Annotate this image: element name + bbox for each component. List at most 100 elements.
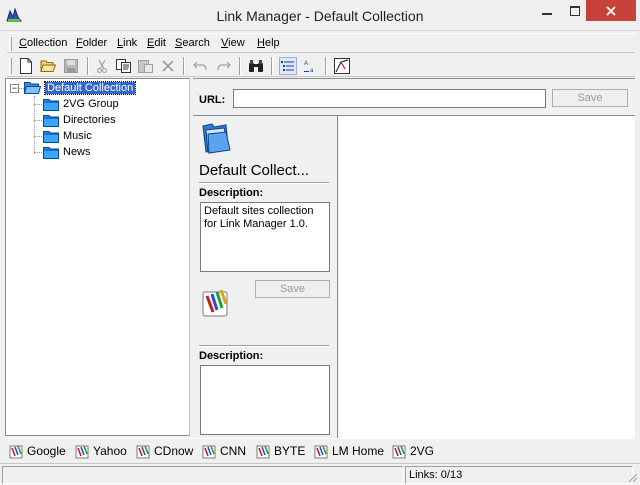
minimize-icon: [542, 12, 552, 15]
quick-link-label: CDnow: [154, 444, 194, 458]
link-icon: [75, 445, 89, 459]
collection-description-box[interactable]: Default sites collection for Link Manage…: [200, 202, 330, 272]
menu-link[interactable]: Link: [117, 37, 137, 49]
quick-link-label: BYTE: [274, 444, 306, 458]
menu-accelerator: F: [76, 37, 83, 49]
tree-item-2vg-group[interactable]: 2VG Group: [43, 96, 119, 112]
quick-link-2vg[interactable]: 2VG: [392, 443, 434, 459]
menu-edit[interactable]: Edit: [147, 37, 166, 49]
quick-links-bar: Google Yahoo CDnow CNN BYTE LM Home 2VG: [5, 438, 635, 463]
quick-link-google[interactable]: Google: [9, 443, 66, 459]
link-list-view[interactable]: [339, 116, 635, 438]
maximize-icon: [570, 5, 580, 16]
tree-item-default-collection[interactable]: Default Collection: [24, 80, 137, 96]
new-button[interactable]: [17, 57, 35, 75]
find-binoculars-icon: [249, 60, 263, 72]
sort-view-button[interactable]: Aa: [301, 57, 319, 75]
tree-item-label: Music: [63, 130, 92, 142]
tree-item-directories[interactable]: Directories: [43, 112, 116, 128]
menu-folder[interactable]: Folder: [76, 37, 107, 49]
folder-icon: [43, 98, 59, 111]
quick-link-label: Google: [27, 444, 66, 458]
folder-icon: [43, 114, 59, 127]
paste-button[interactable]: [137, 57, 155, 75]
toolbar-separator: [239, 57, 241, 75]
find-button[interactable]: [247, 57, 265, 75]
menu-label-rest: earch: [182, 37, 210, 49]
menu-view[interactable]: View: [221, 37, 245, 49]
details-view-button[interactable]: [279, 57, 297, 75]
tree-item-news[interactable]: News: [43, 144, 91, 160]
quick-link-cdnow[interactable]: CDnow: [136, 443, 193, 459]
link-save-button[interactable]: Save: [255, 280, 330, 298]
title-bar: Link Manager - Default Collection: [0, 0, 640, 31]
quick-link-byte[interactable]: BYTE: [256, 443, 305, 459]
copy-button[interactable]: [115, 57, 133, 75]
svg-text:a: a: [310, 68, 314, 73]
minimize-button[interactable]: [532, 0, 562, 21]
svg-text:A: A: [304, 61, 308, 67]
tree-collapse-toggle[interactable]: −: [10, 84, 19, 93]
tree-connector: [34, 136, 42, 137]
tree-item-label: Default Collection: [43, 81, 137, 95]
menu-label-rest: ollection: [26, 37, 68, 49]
link-icon: [314, 445, 328, 459]
menu-search[interactable]: Search: [175, 37, 210, 49]
menu-help[interactable]: Help: [257, 37, 280, 49]
quick-link-yahoo[interactable]: Yahoo: [75, 443, 127, 459]
menu-label-rest: ink: [123, 37, 138, 49]
open-button[interactable]: [39, 57, 57, 75]
tree-item-label: Directories: [63, 114, 116, 126]
quick-link-label: LM Home: [332, 444, 385, 458]
save-toolbar-button[interactable]: [62, 57, 80, 75]
tree-item-music[interactable]: Music: [43, 128, 92, 144]
links-count: Links: 0/13: [405, 466, 633, 484]
link-icon: [9, 445, 23, 459]
description-label: Description:: [199, 187, 264, 199]
quick-link-cnn[interactable]: CNN: [202, 443, 246, 459]
menu-label-rest: elp: [264, 37, 280, 49]
link-icon: [136, 445, 150, 459]
url-input[interactable]: [233, 89, 546, 108]
link-description-box[interactable]: [200, 365, 330, 435]
resize-grip-icon[interactable]: [626, 471, 638, 483]
tree-connector: [34, 104, 42, 105]
delete-icon: [162, 60, 174, 72]
tree-connector: [34, 152, 42, 153]
properties-button[interactable]: [333, 57, 351, 75]
undo-button[interactable]: [191, 57, 209, 75]
quick-link-label: 2VG: [410, 444, 435, 458]
menubar-grip[interactable]: [9, 37, 12, 51]
info-panel: Default Collect... Description: Default …: [193, 116, 338, 438]
toolbar-grip[interactable]: [9, 58, 12, 74]
properties-icon: [334, 58, 350, 74]
folder-icon: [43, 146, 59, 159]
divider: [199, 345, 329, 347]
delete-button[interactable]: [159, 57, 177, 75]
undo-icon: [193, 61, 207, 71]
quick-link-label: CNN: [220, 444, 246, 458]
redo-icon: [217, 61, 231, 71]
menu-label-rest: older: [82, 37, 108, 49]
cut-icon: [97, 59, 107, 73]
status-bar: Links: 0/13: [0, 463, 640, 485]
detail-pane: URL: Save Default Collect... Description…: [193, 78, 635, 438]
quick-link-lm-home[interactable]: LM Home: [314, 443, 384, 459]
redo-button[interactable]: [215, 57, 233, 75]
cut-button[interactable]: [93, 57, 111, 75]
url-save-button[interactable]: Save: [552, 89, 628, 107]
detail-frame: Default Collect... Description: Default …: [193, 115, 635, 438]
folder-tree[interactable]: − Default Collection 2VG Group Directori…: [5, 78, 190, 436]
folder-open-icon: [24, 82, 41, 94]
toolbar-separator: [271, 57, 273, 75]
status-message: [2, 466, 404, 484]
menu-label-rest: iew: [228, 37, 245, 49]
link-icon: [256, 445, 270, 459]
toolbar-separator: [183, 57, 185, 75]
toolbar-separator: [325, 57, 327, 75]
close-button[interactable]: [586, 0, 636, 21]
collection-folder-icon: [202, 123, 231, 154]
link-description-label: Description:: [199, 350, 264, 362]
sort-view-icon: Aa: [304, 61, 314, 73]
menu-collection[interactable]: Collection: [19, 37, 67, 49]
